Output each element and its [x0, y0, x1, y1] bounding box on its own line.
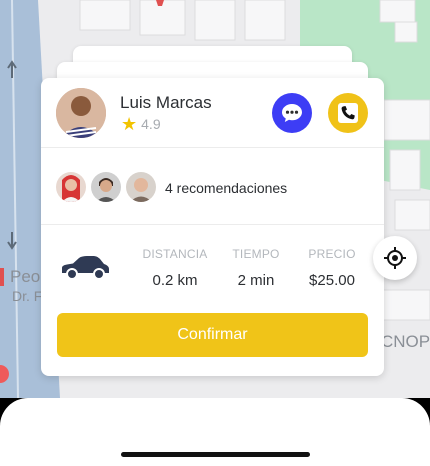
recommendations-count[interactable]: 4 recomendaciones: [165, 180, 287, 196]
driver-card: Luis Marcas ★ 4.9 4 recomendaciones DIST…: [41, 78, 384, 376]
driver-name: Luis Marcas: [120, 93, 212, 112]
distance-value: 0.2 km: [152, 272, 198, 289]
time-label: TIEMPO: [232, 247, 280, 261]
map-label-street: Dr. F: [12, 288, 43, 304]
chat-bubble-icon: [282, 104, 302, 122]
driver-avatar[interactable]: [56, 88, 106, 138]
home-indicator[interactable]: [121, 452, 310, 457]
car-icon: [59, 255, 111, 286]
rating-value: 4.9: [141, 116, 161, 132]
recommender-avatar[interactable]: [91, 172, 121, 202]
map-label-street: CNOP: [381, 332, 430, 351]
price-value: $25.00: [309, 272, 355, 289]
divider: [41, 147, 384, 148]
divider: [41, 224, 384, 225]
map-label-street: Peo: [10, 267, 41, 286]
driver-rating: ★ 4.9: [121, 115, 161, 133]
star-icon: ★: [121, 114, 138, 134]
time-value: 2 min: [237, 272, 275, 289]
locate-me-button[interactable]: [373, 236, 417, 280]
crosshair-icon: [384, 247, 406, 269]
price-label: PRECIO: [308, 247, 356, 261]
distance-label: DISTANCIA: [142, 247, 208, 261]
phone-icon: [338, 103, 358, 123]
call-button[interactable]: [328, 93, 368, 133]
confirm-button[interactable]: Confirmar: [57, 313, 368, 357]
recommender-avatar[interactable]: [126, 172, 156, 202]
chat-button[interactable]: [272, 93, 312, 133]
recommender-avatar[interactable]: [56, 172, 86, 202]
